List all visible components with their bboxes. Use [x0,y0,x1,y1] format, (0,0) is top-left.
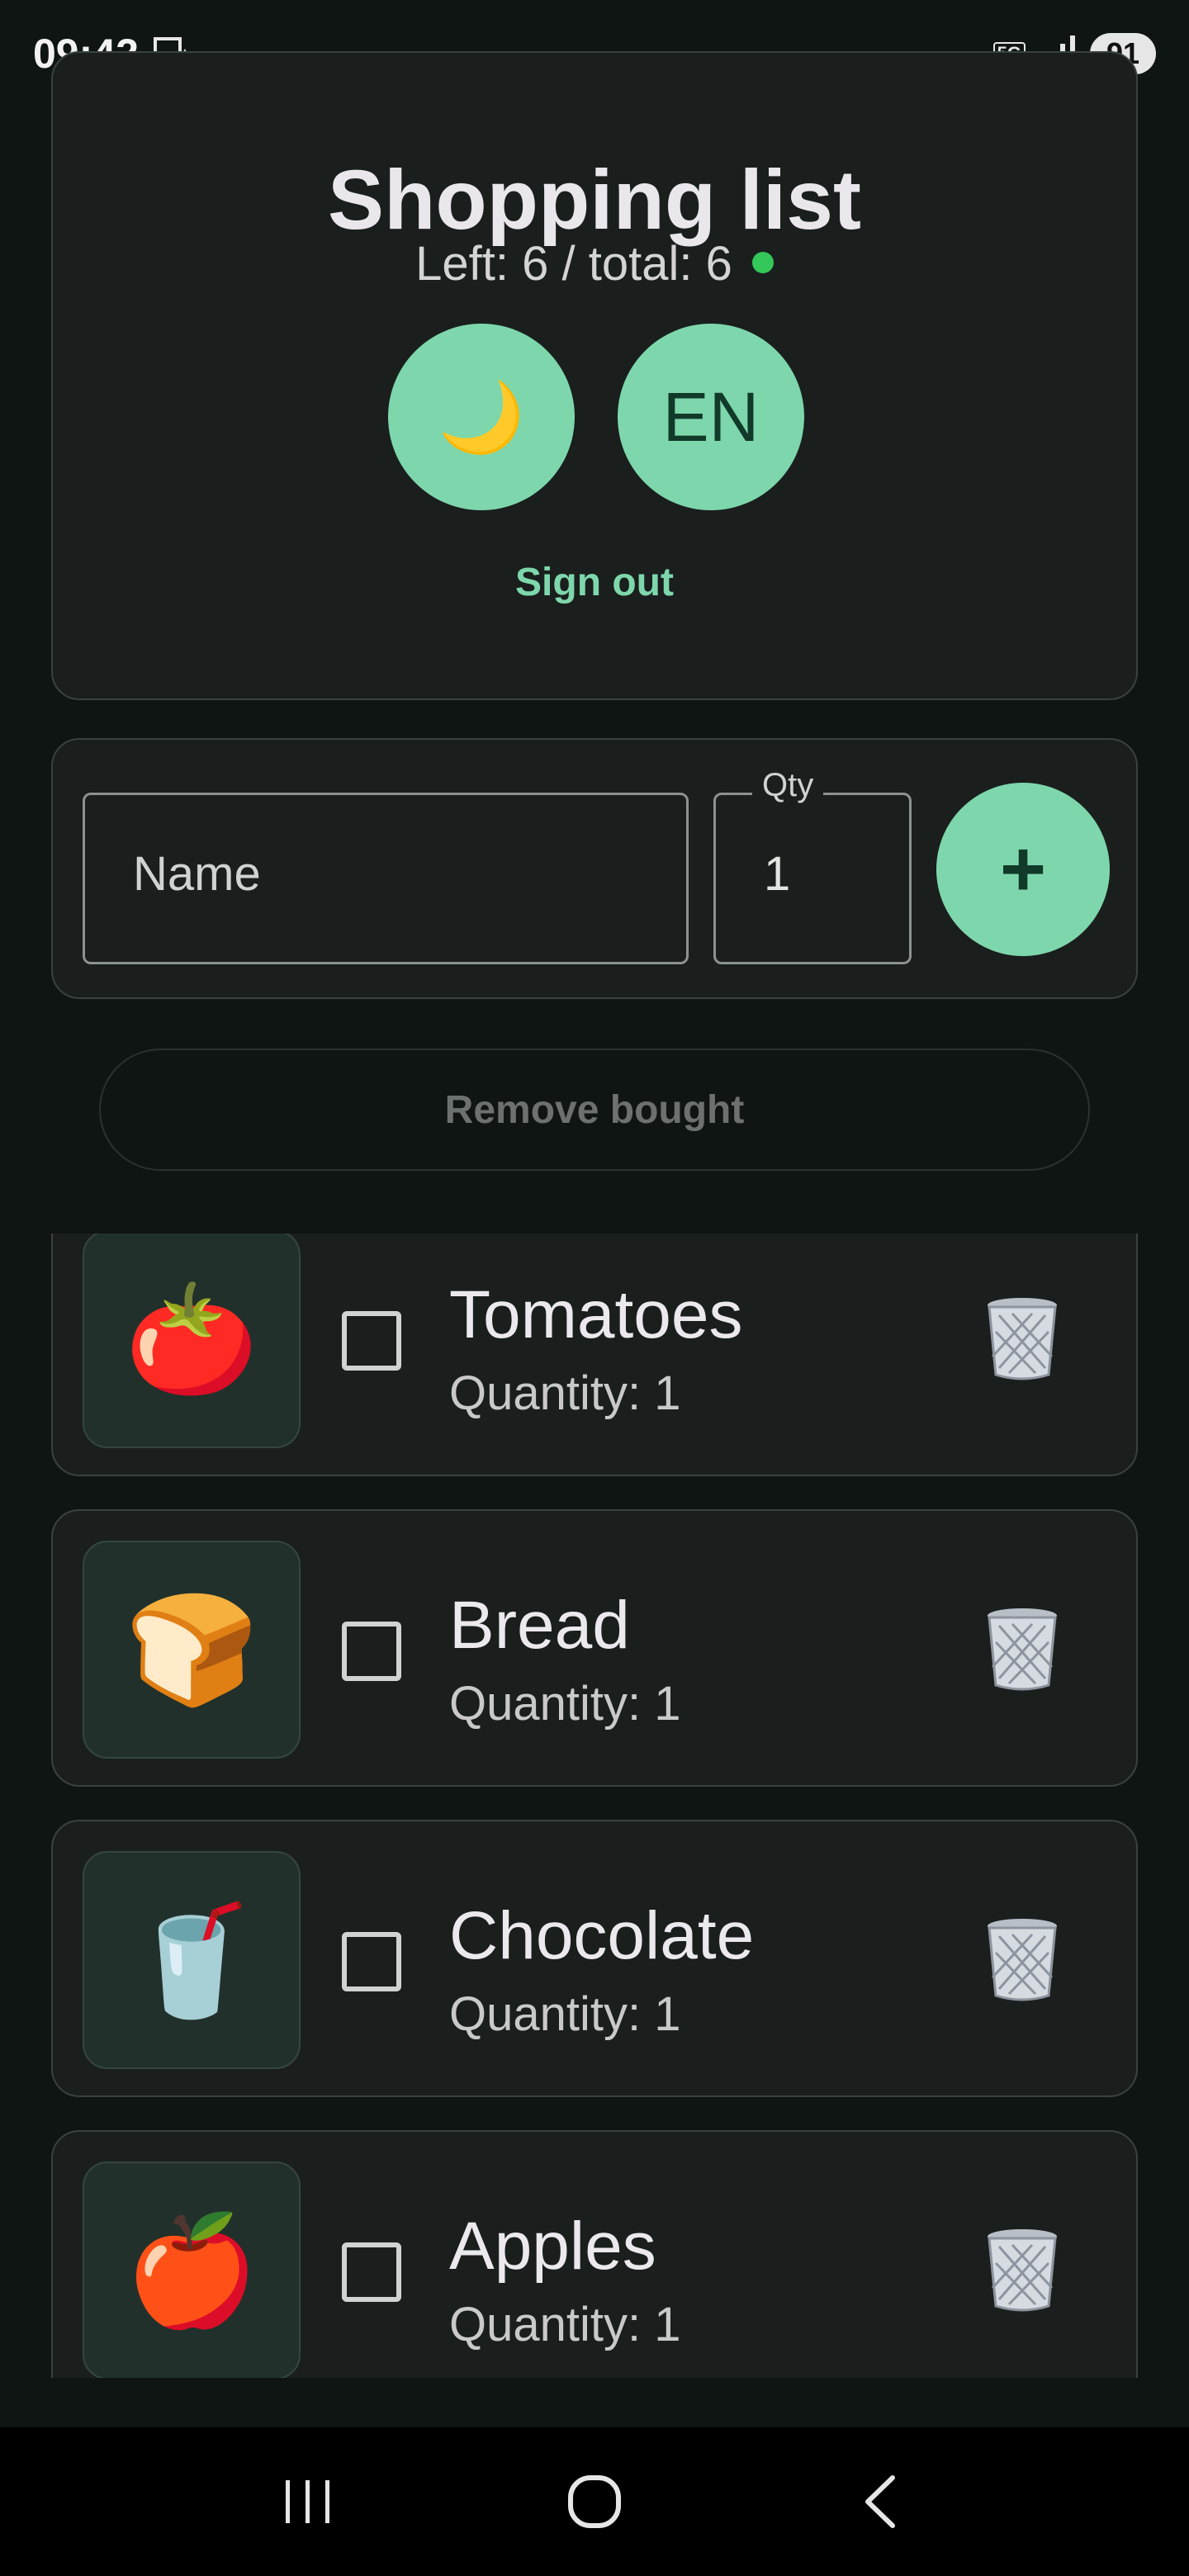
item-thumbnail: 🍞 [83,1541,301,1759]
back-icon [865,2475,895,2528]
language-button[interactable]: EN [618,324,804,510]
item-checkbox[interactable] [342,1932,401,1991]
recent-apps-icon [286,2480,330,2523]
app-screen: 09:42 5G 91 Shopping list Left: 6 / tota… [0,0,1189,2576]
delete-button[interactable] [981,1914,1063,2005]
apple-icon: 🍎 [125,2209,258,2331]
home-icon [567,2475,621,2528]
item-name: Apples [449,2209,656,2284]
plus-icon: + [999,825,1047,913]
page-title: Shopping list [328,153,861,247]
item-checkbox[interactable] [342,2242,401,2302]
bread-icon: 🍞 [125,1589,258,1710]
list-item: 🥤 Chocolate Quantity: 1 [51,1820,1138,2097]
theme-toggle-button[interactable]: 🌙 [388,324,575,510]
tomato-icon: 🍅 [125,1278,258,1399]
delete-button[interactable] [981,2224,1063,2315]
counter-text: Left: 6 / total: 6 [415,237,732,291]
item-thumbnail: 🥤 [83,1851,301,2069]
item-quantity: Quantity: 1 [449,1366,681,1420]
quantity-label: Qty [752,767,824,804]
item-checkbox[interactable] [342,1311,401,1371]
sign-out-button[interactable]: Sign out [53,560,1136,605]
quantity-value: 1 [764,847,791,901]
cup-with-straw-icon: 🥤 [125,1899,258,2020]
shopping-list[interactable]: 🍅 Tomatoes Quantity: 1 🍞 Bread Quantity:… [0,1234,1189,2378]
moon-icon: 🌙 [438,377,525,456]
quantity-input[interactable]: Qty 1 [713,767,912,964]
trash-icon [988,1919,1057,2001]
item-quantity: Quantity: 1 [449,1677,681,1731]
list-item: 🍞 Bread Quantity: 1 [51,1509,1138,1787]
item-name: Bread [449,1588,630,1663]
header-card: Shopping list Left: 6 / total: 6 🌙 EN Si… [51,51,1138,700]
home-button[interactable] [545,2452,644,2551]
delete-button[interactable] [981,1293,1063,1384]
item-checkbox[interactable] [342,1622,401,1681]
trash-icon [988,1298,1057,1380]
list-item: 🍅 Tomatoes Quantity: 1 [51,1234,1138,1476]
online-status-dot [751,251,774,273]
trash-icon [988,1608,1057,1691]
recent-apps-button[interactable] [258,2452,358,2551]
item-name: Tomatoes [449,1277,743,1352]
item-thumbnail: 🍅 [83,1234,301,1448]
name-placeholder: Name [133,847,261,901]
trash-icon [988,2229,1057,2312]
name-input[interactable]: Name [83,793,689,964]
item-quantity: Quantity: 1 [449,1987,681,2041]
remove-bought-button[interactable]: Remove bought [99,1049,1090,1171]
language-label: EN [662,377,760,456]
add-item-button[interactable]: + [936,783,1110,956]
item-quantity: Quantity: 1 [449,2298,681,2351]
list-item: 🍎 Apples Quantity: 1 [51,2130,1138,2378]
add-item-card: Name Qty 1 + [51,738,1138,999]
items-counter: Left: 6 / total: 6 [53,236,1136,291]
back-button[interactable] [831,2452,931,2551]
item-name: Chocolate [449,1898,755,1973]
system-nav-bar [0,2427,1189,2576]
delete-button[interactable] [981,1603,1063,1694]
item-thumbnail: 🍎 [83,2162,301,2378]
